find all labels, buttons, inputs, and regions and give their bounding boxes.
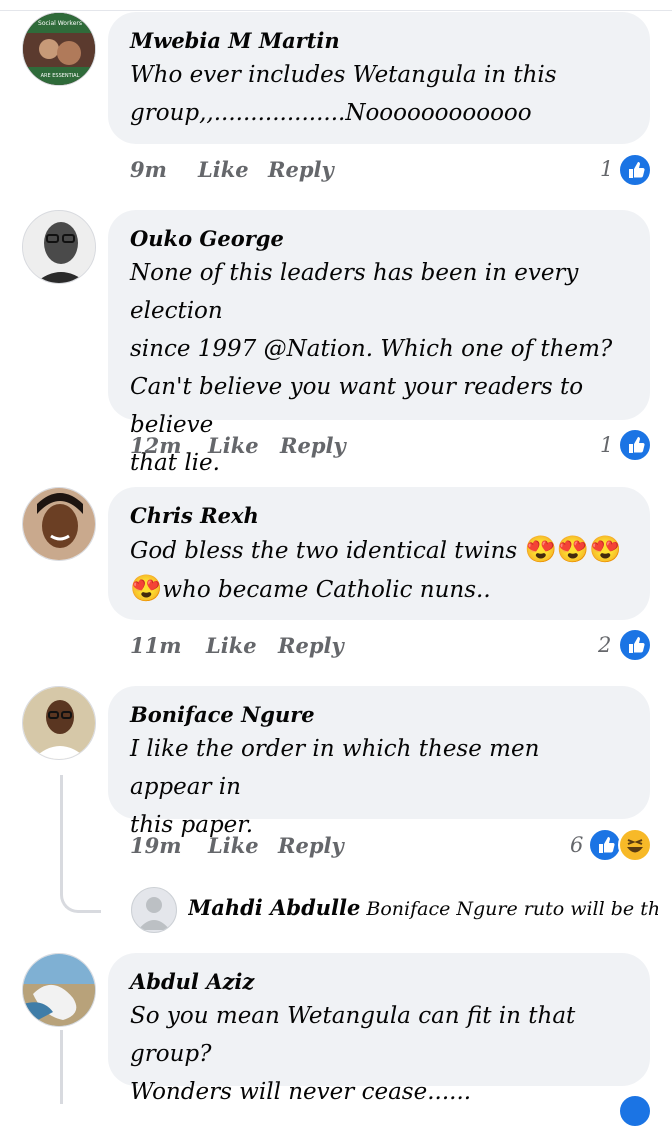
comment-bubble: Boniface Ngure I like the order in which… — [108, 686, 650, 838]
avatar-caption-bottom: ARE ESSENTIAL — [41, 73, 80, 79]
reply-button[interactable]: Reply — [278, 633, 344, 658]
like-reaction-icon[interactable] — [618, 1094, 652, 1128]
like-button[interactable]: Like — [208, 833, 259, 858]
default-avatar-icon[interactable] — [131, 887, 177, 933]
avatar-photo — [23, 211, 95, 283]
comment-time[interactable]: 19m — [130, 833, 181, 858]
heart-eyes-emoji: 😍 — [130, 574, 163, 604]
comment-author[interactable]: Chris Rexh — [130, 501, 628, 531]
like-button[interactable]: Like — [198, 157, 249, 182]
avatar-photo — [23, 954, 95, 1026]
comment-time[interactable]: 11m — [130, 633, 181, 658]
reaction-count[interactable]: 1 — [600, 157, 613, 181]
avatar[interactable] — [22, 686, 96, 760]
reply-button[interactable]: Reply — [268, 157, 334, 182]
comment-text-line: Who ever includes Wetangula in this — [130, 62, 557, 88]
comment-text: God bless the two identical twins — [130, 538, 525, 564]
haha-reaction-icon[interactable] — [618, 828, 652, 862]
comment-author[interactable]: Ouko George — [130, 224, 628, 254]
comment-time[interactable]: 9m — [130, 157, 167, 182]
top-divider — [0, 10, 672, 11]
reply-button[interactable]: Reply — [278, 833, 344, 858]
comment-actions: 9m Like Reply — [130, 157, 650, 189]
comment-bubble: Mwebia M Martin Who ever includes Wetang… — [108, 12, 650, 144]
like-reaction-icon[interactable] — [588, 828, 622, 862]
comment-text-line: God bless the two identical twins 😍😍😍 — [130, 531, 628, 570]
reaction-count[interactable]: 1 — [600, 433, 613, 457]
reaction-count[interactable]: 6 — [570, 833, 583, 857]
like-reaction-icon[interactable] — [618, 628, 652, 662]
comment-text-line: since 1997 @Nation. Which one of them? — [130, 336, 613, 362]
reply-thread-connector — [60, 775, 101, 913]
comment-author[interactable]: Mwebia M Martin — [130, 26, 628, 56]
reply-snippet: Boniface Ngure ruto will be the p... — [366, 898, 658, 920]
avatar[interactable] — [22, 487, 96, 561]
comment-bubble: Chris Rexh God bless the two identical t… — [108, 487, 650, 620]
reply-author[interactable]: Mahdi Abdulle — [188, 895, 360, 920]
avatar-photo: Social Workers ARE ESSENTIAL — [23, 13, 95, 85]
comment-author[interactable]: Abdul Aziz — [130, 967, 628, 997]
like-button[interactable]: Like — [206, 633, 257, 658]
avatar-photo — [23, 687, 95, 759]
like-button[interactable]: Like — [208, 433, 259, 458]
avatar[interactable] — [22, 210, 96, 284]
comment-text-line: None of this leaders has been in every e… — [130, 260, 579, 324]
comment-text: who became Catholic nuns.. — [162, 577, 491, 603]
heart-eyes-emoji: 😍😍😍 — [524, 535, 622, 565]
comment-author[interactable]: Boniface Ngure — [130, 700, 628, 730]
avatar[interactable] — [22, 953, 96, 1027]
like-reaction-icon[interactable] — [618, 428, 652, 462]
comment-time[interactable]: 12m — [130, 433, 181, 458]
comment-actions: 12m Like Reply — [130, 433, 650, 465]
comment-text-line: group,,..................Noooooooooooo — [130, 100, 532, 126]
comment-text-line: I like the order in which these men appe… — [130, 736, 540, 800]
avatar-caption-top: Social Workers — [38, 20, 82, 27]
reaction-count[interactable]: 2 — [598, 633, 611, 657]
comment-bubble: Ouko George None of this leaders has bee… — [108, 210, 650, 476]
comment-text-line: So you mean Wetangula can fit in that gr… — [130, 1003, 576, 1067]
avatar-photo — [23, 488, 95, 560]
comment-text-line: Wonders will never cease...... — [130, 1079, 472, 1105]
comment-actions: 11m Like Reply — [130, 633, 650, 665]
like-reaction-icon[interactable] — [618, 153, 652, 187]
reply-thread-connector — [60, 1030, 63, 1104]
avatar[interactable]: Social Workers ARE ESSENTIAL — [22, 12, 96, 86]
comment-text-line: 😍who became Catholic nuns.. — [130, 570, 628, 609]
reply-button[interactable]: Reply — [280, 433, 346, 458]
reply-preview[interactable]: Mahdi Abdulle Boniface Ngure ruto will b… — [188, 893, 658, 924]
comment-bubble: Abdul Aziz So you mean Wetangula can fit… — [108, 953, 650, 1105]
